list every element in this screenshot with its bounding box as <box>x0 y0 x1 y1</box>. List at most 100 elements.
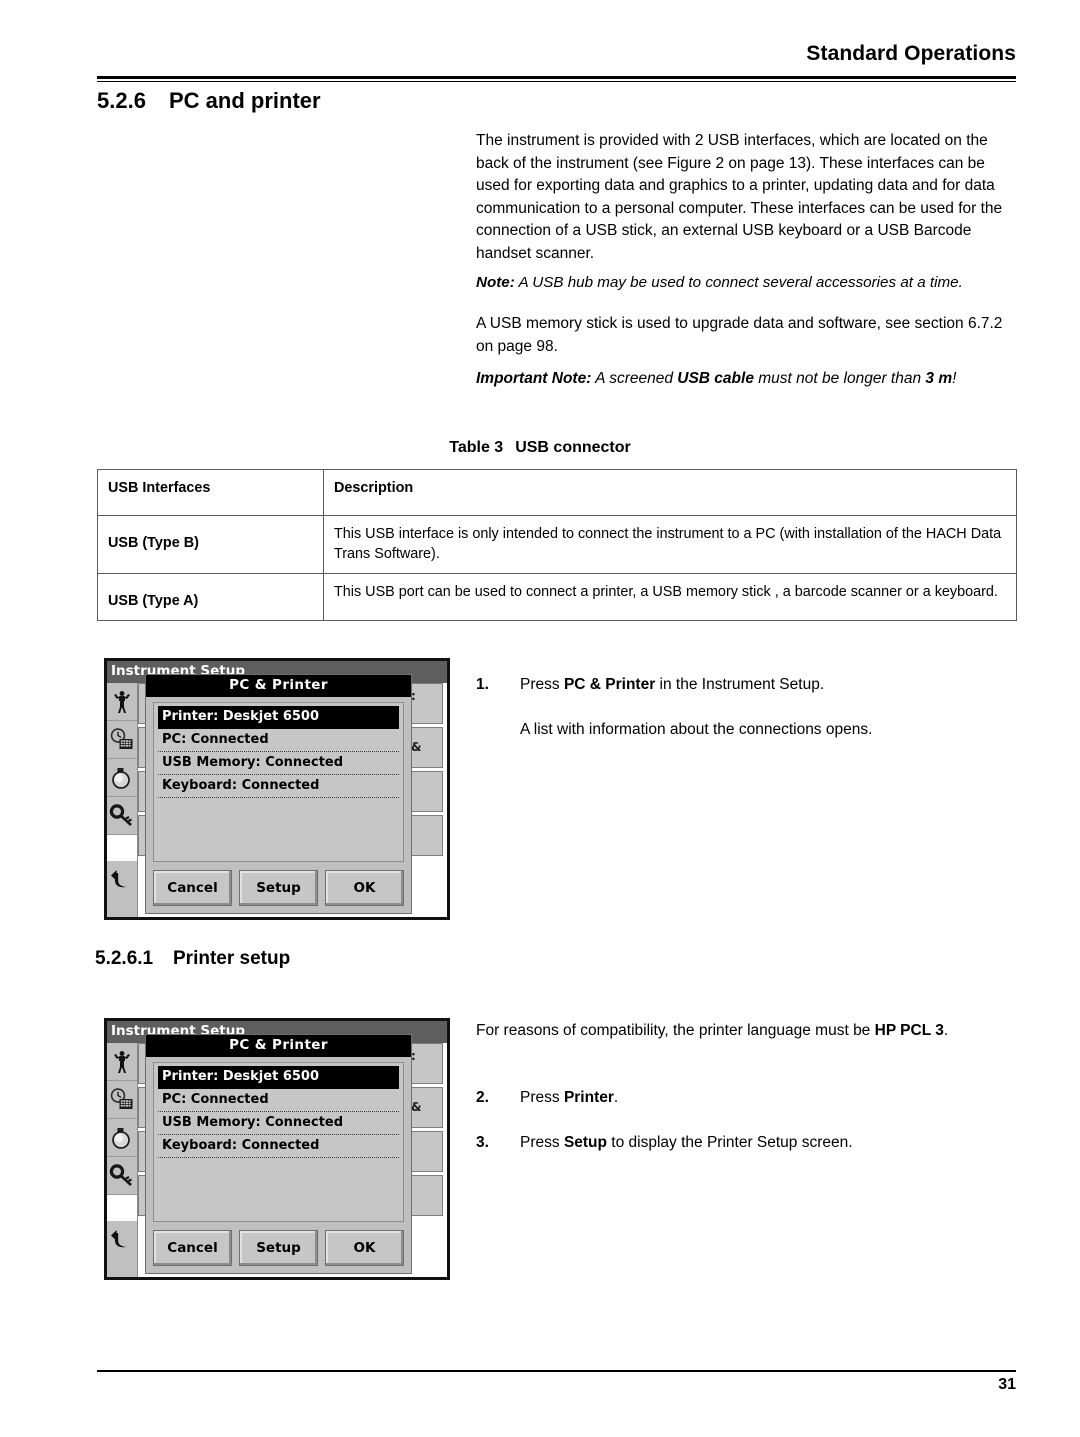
list-item-pc[interactable]: PC: Connected <box>158 1089 399 1112</box>
connection-list-2: Printer: Deskjet 6500 PC: Connected USB … <box>153 1062 404 1222</box>
ok-button[interactable]: OK <box>325 1230 404 1266</box>
step-text-bold: Setup <box>563 1133 607 1151</box>
step-number: 2. <box>476 1089 489 1106</box>
background-fragment: & <box>411 1100 422 1114</box>
important-note: Important Note: A screened USB cable mus… <box>476 368 1022 391</box>
table-cell-interface: USB (Type B) <box>97 515 324 574</box>
step-text-after: to display the Printer Setup screen. <box>607 1133 853 1151</box>
section-heading: 5.2.6 PC and printer <box>97 88 321 114</box>
rail-spacer-1 <box>107 835 137 861</box>
footer-rule <box>97 1370 1016 1372</box>
rail-item-back-1[interactable] <box>107 861 137 898</box>
usb-connector-table: USB Interfaces Description USB (Type B) … <box>97 469 1017 621</box>
operator-id-icon <box>114 690 130 713</box>
dialog-buttons-2: Cancel Setup OK <box>153 1230 404 1266</box>
rail-item-password-2[interactable] <box>107 1157 137 1195</box>
list-item-printer[interactable]: Printer: Deskjet 6500 <box>158 706 399 729</box>
pc-printer-dialog-2: PC & Printer Printer: Deskjet 6500 PC: C… <box>145 1034 412 1274</box>
rail-item-date-time-2[interactable] <box>107 1081 137 1119</box>
important-note-text-3: ! <box>952 370 957 387</box>
dialog-title-2: PC & Printer <box>146 1035 411 1057</box>
note-text: A USB hub may be used to connect several… <box>514 274 963 291</box>
page-number: 31 <box>998 1376 1016 1393</box>
steps-block-2: 2. Press Printer. 3. Press Setup to disp… <box>476 1087 1022 1154</box>
list-item-empty <box>158 1158 399 1181</box>
pc-printer-dialog-1: PC & Printer Printer: Deskjet 6500 PC: C… <box>145 674 412 914</box>
step-text-before: Press <box>520 676 564 693</box>
rail-item-operator-id-2[interactable] <box>107 1043 137 1081</box>
rail-item-operator-id-1[interactable] <box>107 683 137 721</box>
table-header-row: USB Interfaces Description <box>97 469 1017 516</box>
list-item-keyboard[interactable]: Keyboard: Connected <box>158 775 399 798</box>
list-item-usb-memory[interactable]: USB Memory: Connected <box>158 752 399 775</box>
connection-list-1: Printer: Deskjet 6500 PC: Connected USB … <box>153 702 404 862</box>
password-key-icon <box>109 1163 132 1186</box>
device-screen-2: Instrument Setup: & PC & Printer Printe… <box>107 1021 447 1277</box>
table-col-header-interfaces: USB Interfaces <box>97 469 324 516</box>
subsection-title: Printer setup <box>173 948 291 969</box>
dialog-buttons-1: Cancel Setup OK <box>153 870 404 906</box>
display-sound-icon <box>112 767 130 789</box>
cancel-button[interactable]: Cancel <box>153 870 232 906</box>
table-row: USB (Type A) This USB port can be used t… <box>97 573 1017 621</box>
cancel-button[interactable]: Cancel <box>153 1230 232 1266</box>
important-note-bold-1: USB cable <box>677 370 754 387</box>
rail-item-password-1[interactable] <box>107 797 137 835</box>
back-arrow-icon <box>111 869 126 887</box>
step-2: 2. Press Printer. <box>476 1087 1022 1110</box>
list-item-usb-memory[interactable]: USB Memory: Connected <box>158 1112 399 1135</box>
header-rule <box>97 76 1016 82</box>
step-text-before: Press <box>520 1133 564 1151</box>
step-3: 3. Press Setup to display the Printer Se… <box>476 1132 1022 1155</box>
subsection-number: 5.2.6.1 <box>95 948 154 969</box>
display-sound-icon <box>112 1127 130 1149</box>
table-col-header-description: Description <box>323 469 1017 516</box>
table-caption: Table 3 USB connector <box>0 439 1080 457</box>
rail-item-display-sound-2[interactable] <box>107 1119 137 1157</box>
list-item-empty <box>158 798 399 821</box>
device-screenshot-2: Instrument Setup: & PC & Printer Printe… <box>104 1018 450 1280</box>
device-screen-1: Instrument Setup: & PC & Printer Printe… <box>107 661 447 917</box>
list-item-printer[interactable]: Printer: Deskjet 6500 <box>158 1066 399 1089</box>
step-number: 1. <box>476 676 489 693</box>
important-note-label: Important Note: <box>476 370 592 387</box>
table-cell-interface: USB (Type A) <box>97 573 324 621</box>
setup-button[interactable]: Setup <box>239 870 318 906</box>
printer-language-note: For reasons of compatibility, the printe… <box>476 1020 1022 1043</box>
setup-button[interactable]: Setup <box>239 1230 318 1266</box>
step-text-after: in the Instrument Setup. <box>655 676 825 693</box>
list-item-keyboard[interactable]: Keyboard: Connected <box>158 1135 399 1158</box>
table-caption-label: Table 3 <box>449 439 504 456</box>
rail-spacer-2 <box>107 1195 137 1221</box>
step-text-bold: PC & Printer <box>563 676 656 693</box>
icon-rail-1 <box>107 683 138 917</box>
intro-paragraph-block: The instrument is provided with 2 USB in… <box>476 130 1022 266</box>
table-cell-description: This USB interface is only intended to c… <box>323 515 1017 574</box>
running-header-title: Standard Operations <box>806 42 1016 65</box>
paragraph-1: The instrument is provided with 2 USB in… <box>476 132 1003 262</box>
important-note-bold-2: 3 m <box>925 370 953 387</box>
note-label: Note: <box>476 274 515 291</box>
paragraph-2: A USB memory stick is used to upgrade da… <box>476 315 1003 355</box>
table-row: USB (Type B) This USB interface is only … <box>97 515 1017 574</box>
step-text: Press PC & Printer in the Instrument Set… <box>520 674 1022 697</box>
step-text: Press Setup to display the Printer Setup… <box>520 1132 1022 1155</box>
device-screenshot-1: Instrument Setup: & PC & Printer Printe… <box>104 658 450 920</box>
date-time-icon <box>110 1087 133 1109</box>
rail-item-display-sound-1[interactable] <box>107 759 137 797</box>
operator-id-icon <box>114 1050 130 1073</box>
rail-item-date-time-1[interactable] <box>107 721 137 759</box>
step-text-before: Press <box>520 1089 564 1106</box>
step-text-after: . <box>613 1089 619 1106</box>
important-note-block: Important Note: A screened USB cable mus… <box>476 368 1022 391</box>
subsection-heading: 5.2.6.1 Printer setup <box>95 948 290 970</box>
step-1: 1. Press PC & Printer in the Instrument … <box>476 674 1022 697</box>
list-item-pc[interactable]: PC: Connected <box>158 729 399 752</box>
document-page: Standard Operations 5.2.6 PC and printer … <box>0 0 1080 1437</box>
ok-button[interactable]: OK <box>325 870 404 906</box>
table-cell-description: This USB port can be used to connect a p… <box>323 573 1017 621</box>
section-title: PC and printer <box>169 88 321 113</box>
printer-language-tail: . <box>943 1022 949 1039</box>
rail-item-back-2[interactable] <box>107 1221 137 1258</box>
table-caption-title: USB connector <box>515 439 631 456</box>
